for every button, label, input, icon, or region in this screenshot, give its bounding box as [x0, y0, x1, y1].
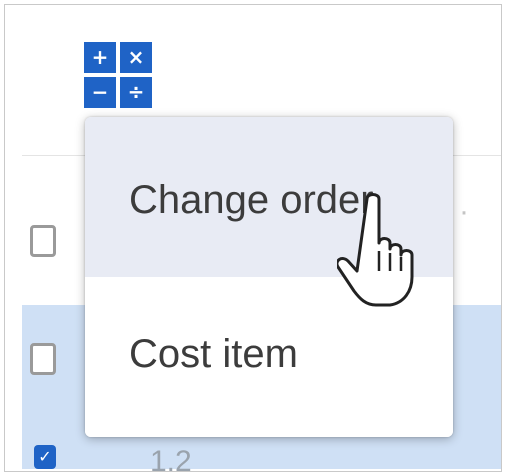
- row-checkbox[interactable]: [30, 343, 56, 375]
- minus-icon: −: [84, 77, 116, 108]
- menu-item-cost-item[interactable]: Cost item: [85, 277, 453, 437]
- row-checkbox-checked[interactable]: ✓: [34, 445, 56, 469]
- overflow-dots-icon: ·: [459, 195, 469, 228]
- plus-icon: +: [84, 42, 116, 73]
- divide-icon: ÷: [120, 77, 152, 108]
- menu-item-label: Cost item: [129, 331, 298, 376]
- add-item-menu: Change order Cost item: [85, 117, 453, 437]
- menu-item-change-order[interactable]: Change order: [85, 117, 453, 277]
- menu-item-label: Change order: [129, 177, 374, 222]
- calculator-icon[interactable]: + × − ÷: [84, 42, 152, 108]
- row-number: 1.2: [150, 445, 192, 472]
- multiply-icon: ×: [120, 42, 152, 73]
- screenshot-frame: + × − ÷ · ✓ 1.2 Change order Cost item: [4, 4, 502, 472]
- row-checkbox[interactable]: [30, 225, 56, 257]
